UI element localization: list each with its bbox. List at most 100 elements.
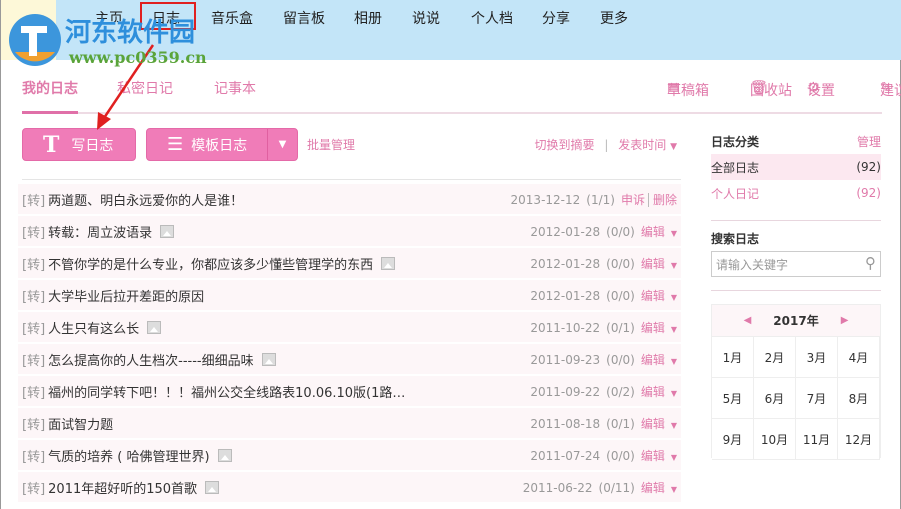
month-calendar: ◀ 2017年 ▶ 1月 2月 3月 4月 5月 6月 7月 8月 9月 10月 11月 12月 <box>711 304 881 460</box>
diary-title[interactable]: 转载：周立波语录 <box>48 222 152 241</box>
diary-title[interactable]: 面试智力题 <box>48 414 113 433</box>
image-icon <box>205 480 220 494</box>
action-0[interactable]: 申诉 <box>621 193 645 207</box>
diary-date: 2011-10-22 <box>530 320 601 335</box>
diary-title[interactable]: 福州的同学转下吧！！！福州公交全线路表10.06.10版(1路… <box>48 382 405 401</box>
chevron-down-icon[interactable]: ▼ <box>671 229 677 238</box>
diary-title[interactable]: 不管你学的是什么专业，你都应该多少懂些管理学的东西 <box>48 254 373 273</box>
comment-count: (0/11) <box>598 480 635 495</box>
month-cell[interactable]: 3月 <box>796 337 838 378</box>
repost-tag: [转] <box>22 225 46 241</box>
chevron-down-icon[interactable]: ▼ <box>671 389 677 398</box>
month-cell[interactable]: 5月 <box>712 378 754 419</box>
chevron-down-icon[interactable]: ▼ <box>671 453 677 462</box>
search-input[interactable]: 请输入关键字 ⚲ <box>711 251 881 277</box>
diary-meta: 2012-01-28 (0/0) 编辑 ▼ <box>530 223 677 240</box>
chevron-down-icon[interactable]: ▼ <box>671 261 677 270</box>
tool-label: 设置 <box>807 83 835 99</box>
image-icon <box>160 224 175 238</box>
diary-meta: 2013-12-12 (1/1) 申诉 删除 <box>511 191 677 208</box>
category-personal[interactable]: 个人日记 (92) <box>711 180 881 206</box>
nav-item-8[interactable]: 更多 <box>600 8 628 28</box>
repost-tag: [转] <box>22 481 46 497</box>
batch-manage-link[interactable]: 批量管理 <box>307 136 355 153</box>
diary-date: 2012-01-28 <box>530 288 601 303</box>
diary-title[interactable]: 两道题、明白永远爱你的人是谁！ <box>48 190 243 209</box>
tab-2[interactable]: 记事本 <box>214 78 256 98</box>
action-0[interactable]: 编辑 <box>641 385 665 399</box>
month-cell[interactable]: 12月 <box>838 419 880 460</box>
action-0[interactable]: 编辑 <box>641 257 665 271</box>
diary-meta: 2011-06-22 (0/11) 编辑 ▼ <box>523 479 677 496</box>
diary-meta: 2011-07-24 (0/0) 编辑 ▼ <box>530 447 677 464</box>
diary-title[interactable]: 气质的培养 ( 哈佛管理世界) <box>48 446 209 465</box>
diary-title[interactable]: 怎么提高你的人生档次-----细细品味 <box>48 350 253 369</box>
diary-title[interactable]: 2011年超好听的150首歌 <box>48 478 197 497</box>
next-year-icon[interactable]: ▶ <box>841 315 849 326</box>
category-all[interactable]: 全部日志 (92) <box>711 154 881 180</box>
chevron-down-icon: ▼ <box>670 142 677 152</box>
diary-date: 2011-09-22 <box>530 384 601 399</box>
month-cell[interactable]: 2月 <box>754 337 796 378</box>
diary-date: 2013-12-12 <box>510 192 581 207</box>
repost-tag: [转] <box>22 193 46 209</box>
comment-count: (0/1) <box>606 320 635 335</box>
action-0[interactable]: 编辑 <box>641 225 665 239</box>
comment-count: (0/0) <box>606 352 635 367</box>
month-cell[interactable]: 6月 <box>754 378 796 419</box>
separator: | <box>604 138 609 152</box>
manage-category-link[interactable]: 管理 <box>857 133 881 150</box>
comment-count: (0/0) <box>606 256 635 271</box>
nav-item-7[interactable]: 分享 <box>542 8 570 28</box>
search-icon[interactable]: ⚲ <box>865 254 876 272</box>
repost-tag: [转] <box>22 321 46 337</box>
sort-order-dropdown[interactable]: 发表时间 <box>618 138 666 152</box>
diary-row: [转] 两道题、明白永远爱你的人是谁！ 2013-12-12 (1/1) 申诉 删除 <box>18 184 681 214</box>
action-1[interactable]: 删除 <box>647 192 677 207</box>
month-cell[interactable]: 4月 <box>838 337 880 378</box>
nav-item-5[interactable]: 说说 <box>412 8 440 28</box>
sidebar-divider <box>711 220 881 221</box>
chevron-down-icon[interactable]: ▼ <box>671 485 677 494</box>
comment-count: (0/2) <box>606 384 635 399</box>
action-0[interactable]: 编辑 <box>641 353 665 367</box>
category-title: 日志分类 <box>711 134 760 149</box>
diary-title[interactable]: 人生只有这么长 <box>48 318 139 337</box>
category-panel: 日志分类 管理 全部日志 (92) 个人日记 (92) 搜索日志 <box>711 128 881 251</box>
action-0[interactable]: 编辑 <box>641 321 665 335</box>
chevron-down-icon[interactable]: ▼ <box>671 421 677 430</box>
chevron-down-icon[interactable]: ▼ <box>671 357 677 366</box>
nav-item-2[interactable]: 音乐盒 <box>211 8 253 28</box>
action-0[interactable]: 编辑 <box>641 417 665 431</box>
action-0[interactable]: 编辑 <box>641 449 665 463</box>
repost-tag: [转] <box>22 385 46 401</box>
diary-date: 2012-01-28 <box>530 256 601 271</box>
diary-meta: 2011-09-23 (0/0) 编辑 ▼ <box>530 351 677 368</box>
chevron-down-icon[interactable]: ▼ <box>671 293 677 302</box>
category-count: (92) <box>856 160 881 174</box>
diary-meta: 2012-01-28 (0/0) 编辑 ▼ <box>530 287 677 304</box>
diary-title[interactable]: 大学毕业后拉开差距的原因 <box>48 286 204 305</box>
comment-count: (0/1) <box>606 416 635 431</box>
nav-item-6[interactable]: 个人档 <box>471 8 513 28</box>
repost-tag: [转] <box>22 353 46 369</box>
nav-item-4[interactable]: 相册 <box>354 8 382 28</box>
action-0[interactable]: 编辑 <box>641 289 665 303</box>
month-cell[interactable]: 7月 <box>796 378 838 419</box>
nav-item-3[interactable]: 留言板 <box>283 8 325 28</box>
month-cell[interactable]: 11月 <box>796 419 838 460</box>
image-icon <box>147 320 162 334</box>
chevron-down-icon[interactable]: ▼ <box>671 325 677 334</box>
month-cell[interactable]: 1月 <box>712 337 754 378</box>
diary-row: [转] 面试智力题 2011-08-18 (0/1) 编辑 ▼ <box>18 408 681 438</box>
switch-summary-link[interactable]: 切换到摘要 <box>535 138 595 152</box>
diary-meta: 2012-01-28 (0/0) 编辑 ▼ <box>530 255 677 272</box>
calendar-year: 2017年 <box>773 314 819 328</box>
month-cell[interactable]: 9月 <box>712 419 754 460</box>
month-cell[interactable]: 10月 <box>754 419 796 460</box>
template-dropdown-icon[interactable]: ▼ <box>267 129 297 160</box>
prev-year-icon[interactable]: ◀ <box>744 315 752 326</box>
action-0[interactable]: 编辑 <box>641 481 665 495</box>
category-count: (92) <box>856 186 881 200</box>
month-cell[interactable]: 8月 <box>838 378 880 419</box>
